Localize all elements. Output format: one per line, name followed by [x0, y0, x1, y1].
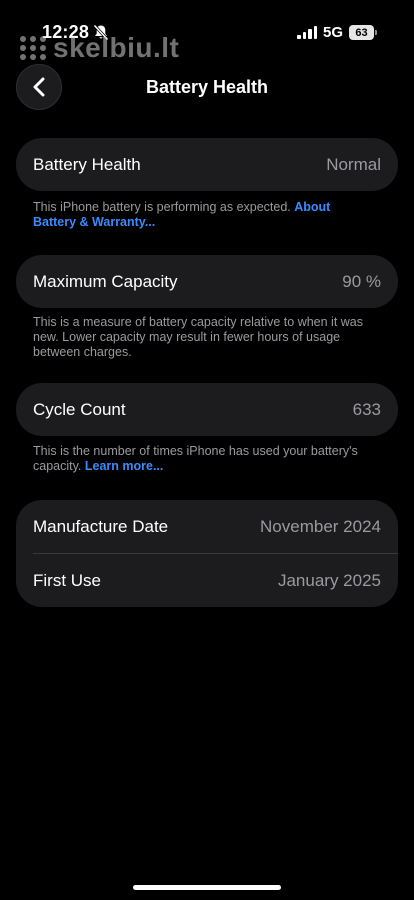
home-indicator[interactable] [133, 885, 281, 890]
logo-dots-icon [20, 36, 47, 60]
maximum-capacity-card: Maximum Capacity 90 % [16, 255, 398, 308]
battery-health-value: Normal [326, 154, 381, 174]
cellular-signal-icon [297, 26, 317, 39]
battery-cap [375, 30, 377, 35]
manufacture-date-value: November 2024 [260, 516, 381, 536]
battery-health-row: Battery Health Normal [16, 138, 398, 191]
maximum-capacity-label: Maximum Capacity [33, 271, 178, 291]
page-title: Battery Health [145, 77, 269, 97]
maximum-capacity-description: This is a measure of battery capacity re… [33, 315, 364, 359]
battery-level: 63 [355, 26, 368, 39]
cycle-count-value: 633 [352, 399, 381, 419]
battery-health-card: Battery Health Normal [16, 138, 398, 191]
cycle-count-description: This is the number of times iPhone has u… [33, 444, 358, 473]
network-type: 5G [323, 24, 344, 41]
watermark-text: skelbiu.lt [53, 32, 180, 63]
cycle-count-card: Cycle Count 633 [16, 383, 398, 436]
cycle-count-label: Cycle Count [33, 399, 126, 419]
first-use-label: First Use [33, 570, 101, 590]
dates-card: Manufacture Date November 2024 First Use… [16, 500, 398, 607]
battery-health-description: This iPhone battery is performing as exp… [33, 200, 331, 229]
first-use-row: First Use January 2025 [16, 554, 398, 607]
manufacture-date-row: Manufacture Date November 2024 [16, 500, 398, 553]
manufacture-date-label: Manufacture Date [33, 516, 169, 536]
watermark-logo: skelbiu.lt [20, 32, 179, 64]
maximum-capacity-value: 90 % [342, 271, 381, 291]
first-use-value: January 2025 [277, 570, 381, 590]
battery-icon: 63 [349, 25, 374, 40]
learn-more-link[interactable]: Learn more... [85, 459, 164, 473]
battery-health-label: Battery Health [33, 154, 141, 174]
cycle-count-row: Cycle Count 633 [16, 383, 398, 436]
maximum-capacity-row: Maximum Capacity 90 % [16, 255, 398, 308]
